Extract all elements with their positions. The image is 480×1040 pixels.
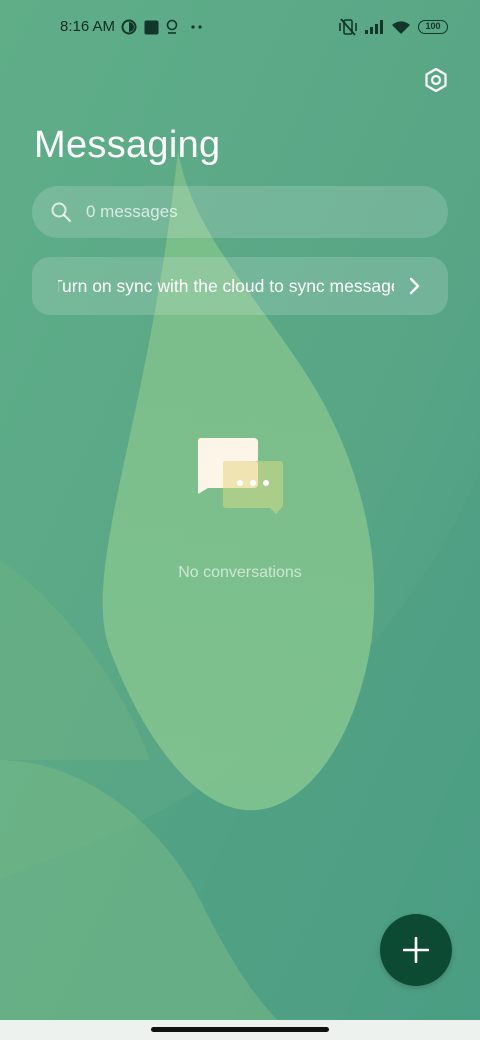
- sync-text-clip: Turn on sync with the cloud to sync mess…: [58, 257, 394, 315]
- signal-icon: [364, 17, 386, 37]
- more-notifications-icon: [188, 17, 206, 37]
- home-indicator[interactable]: [151, 1027, 329, 1032]
- settings-button[interactable]: [420, 64, 452, 96]
- vibrate-off-icon: [338, 17, 358, 37]
- status-bar: 8:16 AM 100: [0, 0, 480, 56]
- search-bar[interactable]: [32, 186, 448, 238]
- new-conversation-button[interactable]: [380, 914, 452, 986]
- search-input[interactable]: [84, 201, 408, 223]
- page-title: Messaging: [34, 124, 221, 166]
- settings-gear-icon: [425, 67, 447, 93]
- messaging-screen: 8:16 AM 100 Messaging 0 messages Turn on…: [0, 0, 480, 1040]
- wifi-icon: [390, 17, 412, 37]
- location-pin-icon: [164, 17, 180, 37]
- sync-banner-text: Turn on sync with the cloud to sync mess…: [58, 276, 394, 296]
- navigation-bar: [0, 1020, 480, 1040]
- empty-state-text: No conversations: [178, 564, 302, 581]
- chevron-right-icon: [404, 276, 424, 296]
- plus-icon: [403, 937, 429, 963]
- search-icon: [50, 201, 72, 223]
- cloud-sync-banner[interactable]: Turn on sync with the cloud to sync mess…: [32, 257, 448, 315]
- square-notification-icon: [142, 17, 160, 37]
- data-saver-icon: [120, 17, 138, 37]
- status-time: 8:16 AM: [60, 18, 116, 35]
- chat-bubbles-icon: [197, 438, 283, 514]
- battery-icon: 100: [418, 20, 448, 34]
